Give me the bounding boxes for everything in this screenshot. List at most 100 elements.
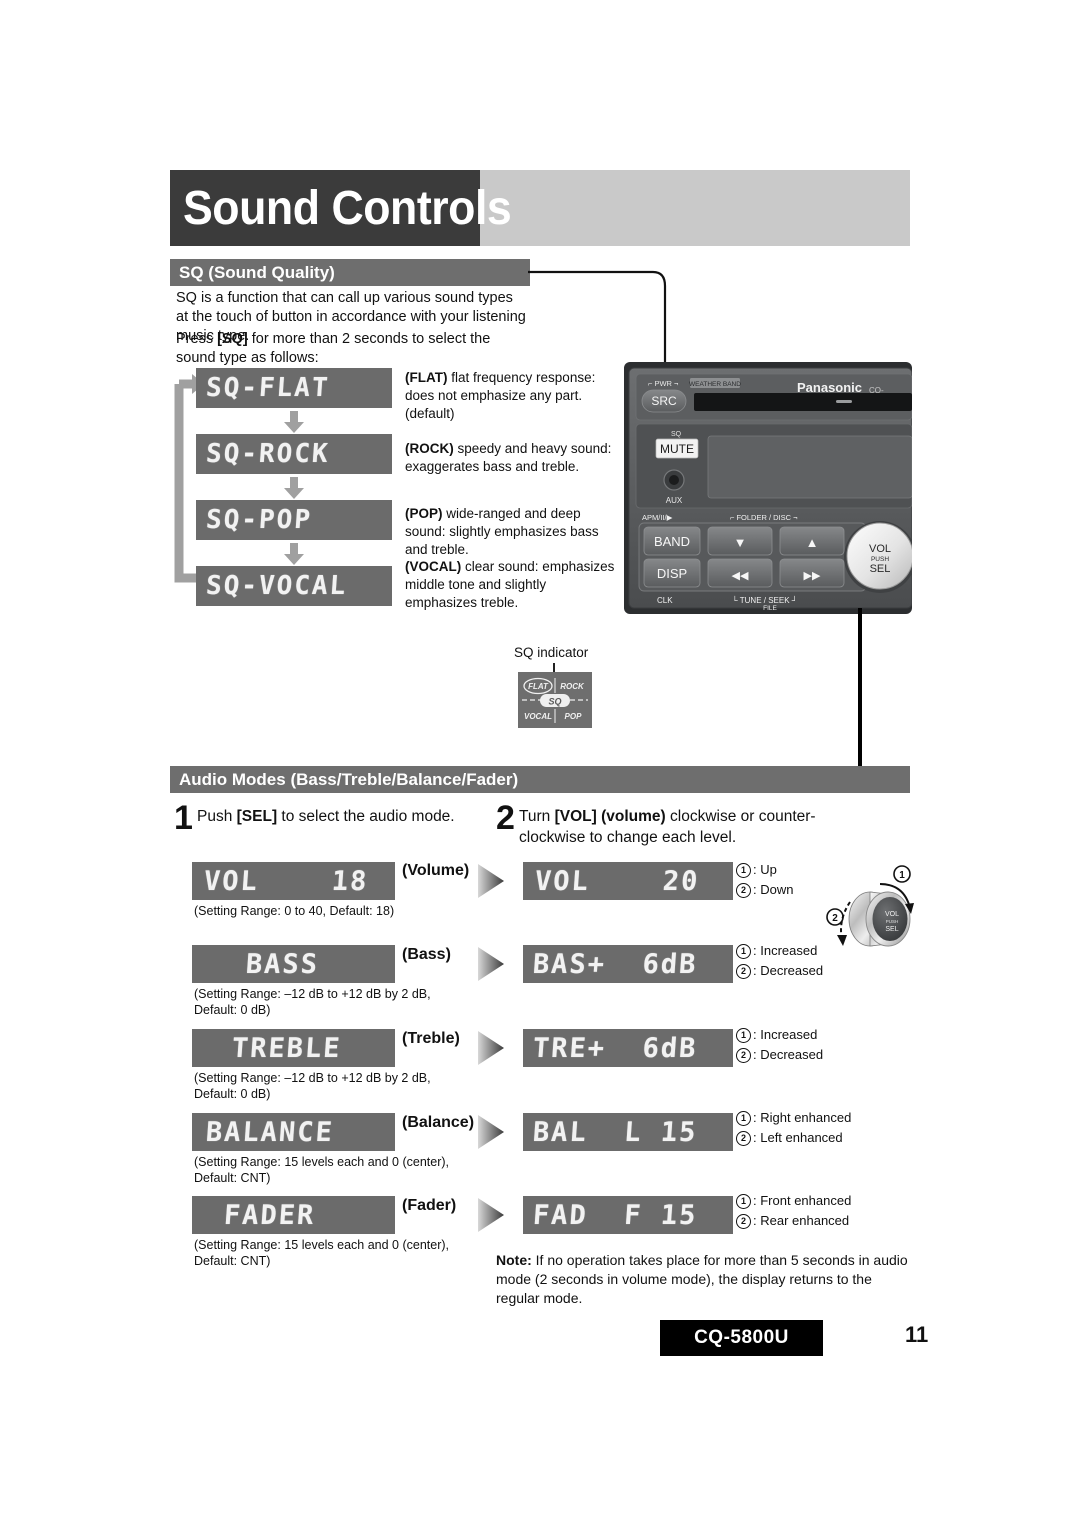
manual-page: Sound Controls SQ (Sound Quality) SQ is … <box>0 0 1080 1528</box>
disp-button-label: DISP <box>657 566 687 581</box>
section-header-sq: SQ (Sound Quality) <box>170 259 530 286</box>
sq-indicator-graphic: FLAT ROCK SQ VOCAL POP <box>518 672 592 728</box>
knob-push-label: PUSH <box>871 556 889 563</box>
lcd-display-treble-after: TRE+ 6dB <box>523 1029 733 1067</box>
marker-1-icon: 1 <box>736 944 751 959</box>
leader-line-sq <box>528 270 667 366</box>
arrow-right-icon <box>478 864 504 898</box>
lcd-text: BAL L 15 <box>531 1116 699 1148</box>
arrow-right-icon <box>478 1115 504 1149</box>
cw-line: 1: Increased <box>736 1025 916 1045</box>
cw-label: Front enhanced <box>760 1193 852 1208</box>
indicator-vocal: VOCAL <box>524 712 552 721</box>
mode-range-fader: (Setting Range: 15 levels each and 0 (ce… <box>194 1238 450 1268</box>
lcd-text: SQ-POP <box>204 505 313 535</box>
lcd-text: SQ-VOCAL <box>204 571 349 601</box>
lcd-text: FADER <box>222 1199 317 1231</box>
src-button-label: SRC <box>651 394 677 408</box>
note-body: If no operation takes place for more tha… <box>496 1252 908 1306</box>
step-1-text: Push [SEL] to select the audio mode. <box>197 806 487 827</box>
sq-mode-name: (VOCAL) <box>405 559 462 574</box>
leader-line-volume <box>858 608 862 768</box>
rotation-legend-treble: 1: Increased 2: Decreased <box>736 1025 916 1065</box>
down-arrow-icon <box>283 543 305 565</box>
head-unit-illustration: Panasonic CQ- ⌐ PWR ¬ SRC WEATHER BAND S… <box>624 362 912 614</box>
lcd-text: BASS <box>244 948 321 980</box>
ccw-line: 2: Rear enhanced <box>736 1211 916 1231</box>
sq-label: SQ <box>671 431 682 438</box>
mute-button-label: MUTE <box>660 442 694 456</box>
knob-vol-label: VOL <box>885 911 899 918</box>
ccw-label: Decreased <box>760 1047 824 1062</box>
step-1-number: 1 <box>174 799 193 837</box>
down-arrow-icon <box>283 477 305 499</box>
lcd-text: BALANCE <box>204 1116 335 1148</box>
lcd-display-volume-before: VOL 18 <box>192 862 395 900</box>
lcd-display-sq-vocal: SQ-VOCAL <box>196 566 392 606</box>
step-2-number: 2 <box>496 799 515 837</box>
indicator-badge: SQ <box>548 697 561 707</box>
ccw-line: 2: Left enhanced <box>736 1128 916 1148</box>
lcd-display-fader-before: FADER <box>192 1196 395 1234</box>
rotation-legend-fader: 1: Front enhanced 2: Rear enhanced <box>736 1191 916 1231</box>
cw-label: Up <box>760 862 777 877</box>
clk-label: CLK <box>657 596 673 605</box>
arrow-right-icon <box>478 1198 504 1232</box>
lcd-display-balance-before: BALANCE <box>192 1113 395 1151</box>
mode-range-bass: (Setting Range: –12 dB to +12 dB by 2 dB… <box>194 987 431 1017</box>
marker-2-icon: 2 <box>736 1048 751 1063</box>
weather-band-label: WEATHER BAND <box>689 381 741 388</box>
aux-label: AUX <box>666 496 683 505</box>
lcd-display-sq-rock: SQ-ROCK <box>196 434 392 474</box>
lcd-text: FAD F 15 <box>531 1199 699 1231</box>
sq-instruction-pre: Press <box>176 331 218 347</box>
tune-seek-label: └ TUNE / SEEK ┘ <box>732 595 797 605</box>
lcd-text: TREBLE <box>230 1032 343 1064</box>
ccw-label: Rear enhanced <box>760 1213 850 1228</box>
page-title: Sound Controls <box>183 182 512 235</box>
lcd-display-bass-after: BAS+ 6dB <box>523 945 733 983</box>
volume-knob-rotation-illustration: VOL PUSH SEL 1 2 <box>826 865 914 947</box>
section-header-audio-modes: Audio Modes (Bass/Treble/Balance/Fader) <box>170 766 910 793</box>
lcd-text: SQ-FLAT <box>204 373 331 403</box>
marker-2-icon: 2 <box>736 1214 751 1229</box>
lcd-display-treble-before: TREBLE <box>192 1029 395 1067</box>
note-text: Note: If no operation takes place for mo… <box>496 1251 911 1308</box>
ccw-label: Decreased <box>760 963 824 978</box>
lcd-text: TRE+ 6dB <box>531 1032 699 1064</box>
mode-label-balance: (Balance) <box>402 1114 475 1131</box>
knob-ccw-marker: 2 <box>832 913 838 924</box>
lcd-text: BAS+ 6dB <box>531 948 699 980</box>
ccw-label: Left enhanced <box>760 1130 843 1145</box>
up-button-icon: ▲ <box>806 535 819 550</box>
knob-vol-label: VOL <box>869 543 891 555</box>
mode-label-fader: (Fader) <box>402 1197 457 1214</box>
page-number: 11 <box>905 1322 929 1347</box>
knob-sel-label: SEL <box>870 563 891 575</box>
step-1-pre: Push <box>197 808 237 825</box>
marker-1-icon: 1 <box>736 1028 751 1043</box>
pwr-label: ⌐ PWR ¬ <box>648 379 679 388</box>
cw-label: Increased <box>760 943 818 958</box>
file-label: FILE <box>763 605 777 612</box>
step-2-pre: Turn <box>519 808 555 825</box>
cw-line: 1: Front enhanced <box>736 1191 916 1211</box>
mode-range-treble: (Setting Range: –12 dB to +12 dB by 2 dB… <box>194 1071 431 1101</box>
down-arrow-icon <box>283 411 305 433</box>
rotation-legend-balance: 1: Right enhanced 2: Left enhanced <box>736 1108 916 1148</box>
ccw-line: 2: Decreased <box>736 961 916 981</box>
model-badge: CQ-5800U <box>660 1320 823 1356</box>
sq-indicator-label: SQ indicator <box>514 645 589 660</box>
cw-line: 1: Right enhanced <box>736 1108 916 1128</box>
mode-range-volume: (Setting Range: 0 to 40, Default: 18) <box>194 904 395 918</box>
next-track-icon: ▶▶ <box>804 570 821 582</box>
knob-cw-marker: 1 <box>899 870 905 881</box>
knob-sel-label: SEL <box>885 926 898 933</box>
ccw-line: 2: Decreased <box>736 1045 916 1065</box>
sq-mode-name: (POP) <box>405 506 443 521</box>
step-1-key: [SEL] <box>236 808 278 825</box>
sq-mode-description-vocal: (VOCAL) clear sound: emphasizes middle t… <box>405 558 620 612</box>
step-2-text: Turn [VOL] (volume) clockwise or counter… <box>519 806 869 848</box>
ccw-label: Down <box>760 882 794 897</box>
mode-range-balance: (Setting Range: 15 levels each and 0 (ce… <box>194 1155 450 1185</box>
